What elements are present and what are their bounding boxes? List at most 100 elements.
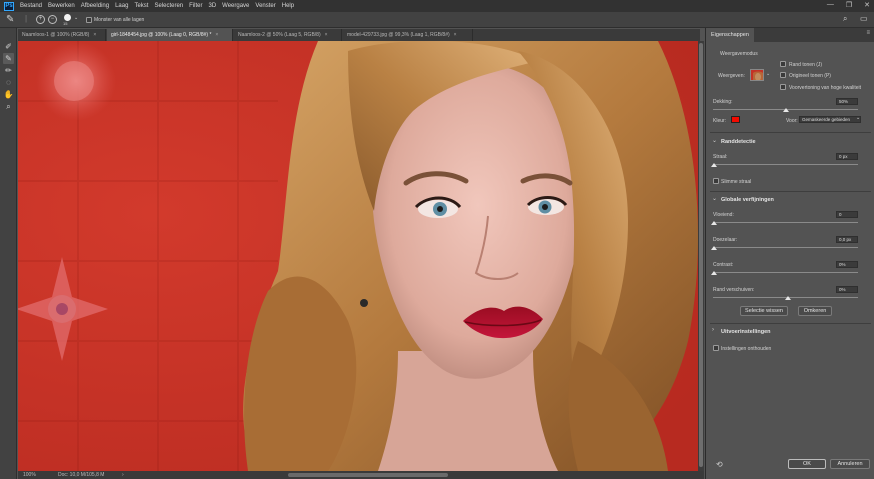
ok-button[interactable]: OK	[788, 459, 826, 469]
close-icon[interactable]: ×	[454, 32, 457, 38]
sample-all-layers-checkbox[interactable]	[86, 17, 92, 23]
smooth-slider-handle[interactable]	[711, 221, 717, 225]
document-canvas[interactable]	[18, 41, 698, 471]
brush-tool-icon[interactable]: ✏	[3, 65, 14, 76]
high-quality-label: Voorvertoning van hoge kwaliteit	[789, 85, 861, 91]
show-edge-checkbox[interactable]	[780, 61, 786, 67]
menu-venster[interactable]: Venster	[255, 3, 275, 9]
menu-bestand[interactable]: Bestand	[20, 3, 42, 9]
feather-slider-track[interactable]	[713, 247, 858, 248]
shift-edge-field[interactable]: 0%	[836, 286, 858, 293]
global-refinements-title[interactable]: Globale verfijningen	[721, 197, 774, 203]
feather-field[interactable]: 0,0 px	[836, 236, 858, 243]
brush-preset-picker[interactable]	[64, 14, 71, 21]
chevron-down-icon[interactable]: ⌄	[712, 137, 717, 144]
radius-field[interactable]: 0 px	[836, 153, 858, 160]
brush-icon[interactable]: ✎	[6, 14, 14, 25]
output-settings-title[interactable]: Uitvoerinstellingen	[721, 329, 771, 335]
view-mode-thumbnail[interactable]	[750, 69, 764, 81]
smart-radius-checkbox[interactable]	[713, 178, 719, 184]
tab-eigenschappen[interactable]: Eigenschappen	[706, 28, 754, 42]
panel-header: Eigenschappen ≡	[706, 28, 874, 42]
contrast-field[interactable]: 0%	[836, 261, 858, 268]
menu-filter[interactable]: Filter	[189, 3, 202, 9]
radius-slider-track[interactable]	[713, 164, 858, 165]
color-swatch[interactable]	[731, 116, 740, 123]
tab-naamloos-2[interactable]: Naamloos-2 @ 50% (Laag 5, RGB/8) ×	[234, 29, 342, 41]
window-controls: — ❐ ✕	[827, 1, 870, 9]
quick-selection-icon[interactable]: ✐	[3, 41, 14, 52]
refine-edge-brush-icon[interactable]: ✎	[3, 53, 14, 64]
feather-label: Doezelaar:	[713, 237, 738, 243]
high-quality-checkbox[interactable]	[780, 84, 786, 90]
feather-slider-handle[interactable]	[711, 246, 717, 250]
contrast-slider-track[interactable]	[713, 272, 858, 273]
view-label: Weergeven:	[718, 73, 745, 79]
vertical-scrollbar[interactable]	[698, 41, 704, 471]
menu-bewerken[interactable]: Bewerken	[48, 3, 75, 9]
menu-3d[interactable]: 3D	[208, 3, 216, 9]
remember-settings-label: Instellingen onthouden	[721, 346, 772, 352]
zoom-icon[interactable]: ⌕	[3, 101, 14, 112]
menu-laag[interactable]: Laag	[115, 3, 128, 9]
maximize-button[interactable]: ❐	[846, 1, 852, 9]
section-divider	[710, 132, 871, 133]
remember-settings-checkbox[interactable]	[713, 345, 719, 351]
opacity-field[interactable]: 50%	[836, 98, 858, 105]
contrast-slider-handle[interactable]	[711, 271, 717, 275]
chevron-down-icon[interactable]: ⌄	[712, 195, 717, 202]
section-divider	[710, 191, 871, 192]
opacity-slider-handle[interactable]	[782, 108, 789, 112]
close-window-button[interactable]: ✕	[864, 1, 870, 9]
panel-menu-icon[interactable]: ≡	[866, 30, 870, 36]
zoom-level[interactable]: 100%	[23, 471, 36, 479]
chevron-down-icon[interactable]: ⌄	[766, 71, 770, 77]
chevron-right-icon[interactable]: ›	[712, 327, 714, 333]
clear-selection-button[interactable]: Selectie wissen	[740, 306, 788, 316]
sample-all-layers-label: Monster van alle lagen	[94, 17, 145, 23]
lasso-icon[interactable]: ◌	[3, 77, 14, 88]
menu-selecteren[interactable]: Selecteren	[154, 3, 183, 9]
status-menu-arrow[interactable]: ›	[122, 471, 124, 479]
tab-label: girl-1848454.jpg @ 100% (Laag 0, RGB/8#)…	[111, 32, 212, 38]
brush-size-value: 15	[63, 21, 68, 26]
from-dropdown[interactable]: Gemaskeerde gebieden	[799, 116, 861, 123]
opacity-label: Dekking:	[713, 99, 733, 105]
color-label: Kleur:	[713, 118, 727, 124]
tab-girl-1848454[interactable]: girl-1848454.jpg @ 100% (Laag 0, RGB/8#)…	[107, 29, 233, 41]
view-thumbnail-image	[753, 71, 763, 80]
smooth-slider-track[interactable]	[713, 222, 858, 223]
close-icon[interactable]: ×	[325, 32, 328, 38]
menu-weergave[interactable]: Weergave	[222, 3, 249, 9]
chevron-down-icon[interactable]: ⌄	[74, 15, 78, 21]
menu-help[interactable]: Help	[282, 3, 294, 9]
minimize-button[interactable]: —	[827, 1, 834, 9]
smooth-field[interactable]: 0	[836, 211, 858, 218]
vertical-scroll-thumb[interactable]	[699, 43, 703, 467]
status-bar: 100% Doc: 10,0 M/105,8 M ›	[18, 471, 704, 479]
menu-tekst[interactable]: Tekst	[134, 3, 148, 9]
subtract-from-selection-icon[interactable]: −	[48, 15, 57, 24]
tab-model-429733[interactable]: model-429733.jpg @ 99,3% (Laag 1, RGB/8#…	[343, 29, 473, 41]
invert-button[interactable]: Omkeren	[798, 306, 832, 316]
view-mode-title: Weergavemodus	[720, 51, 758, 57]
show-original-checkbox[interactable]	[780, 72, 786, 78]
shift-edge-slider-handle[interactable]	[785, 296, 791, 300]
close-icon[interactable]: ×	[215, 32, 218, 38]
tab-naamloos-1[interactable]: Naamloos-1 @ 100% (RGB/8) ×	[18, 29, 106, 41]
edge-detection-title[interactable]: Randdetectie	[721, 139, 756, 145]
workspace-icon[interactable]: ▭	[860, 14, 868, 23]
add-to-selection-icon[interactable]: +	[36, 15, 45, 24]
reset-icon[interactable]: ⟲	[716, 460, 723, 469]
close-icon[interactable]: ×	[93, 32, 96, 38]
tab-label: Naamloos-2 @ 50% (Laag 5, RGB/8)	[238, 32, 321, 38]
cancel-button[interactable]: Annuleren	[830, 459, 870, 469]
radius-slider-handle[interactable]	[711, 163, 717, 167]
chevron-down-icon[interactable]: ⌄	[856, 115, 860, 121]
search-icon[interactable]: ⌕	[843, 14, 847, 24]
tab-label: Naamloos-1 @ 100% (RGB/8)	[22, 32, 90, 38]
hand-icon[interactable]: ✋	[3, 89, 14, 100]
section-divider	[710, 323, 871, 324]
menu-afbeelding[interactable]: Afbeelding	[81, 3, 109, 9]
horizontal-scroll-thumb[interactable]	[288, 473, 448, 477]
